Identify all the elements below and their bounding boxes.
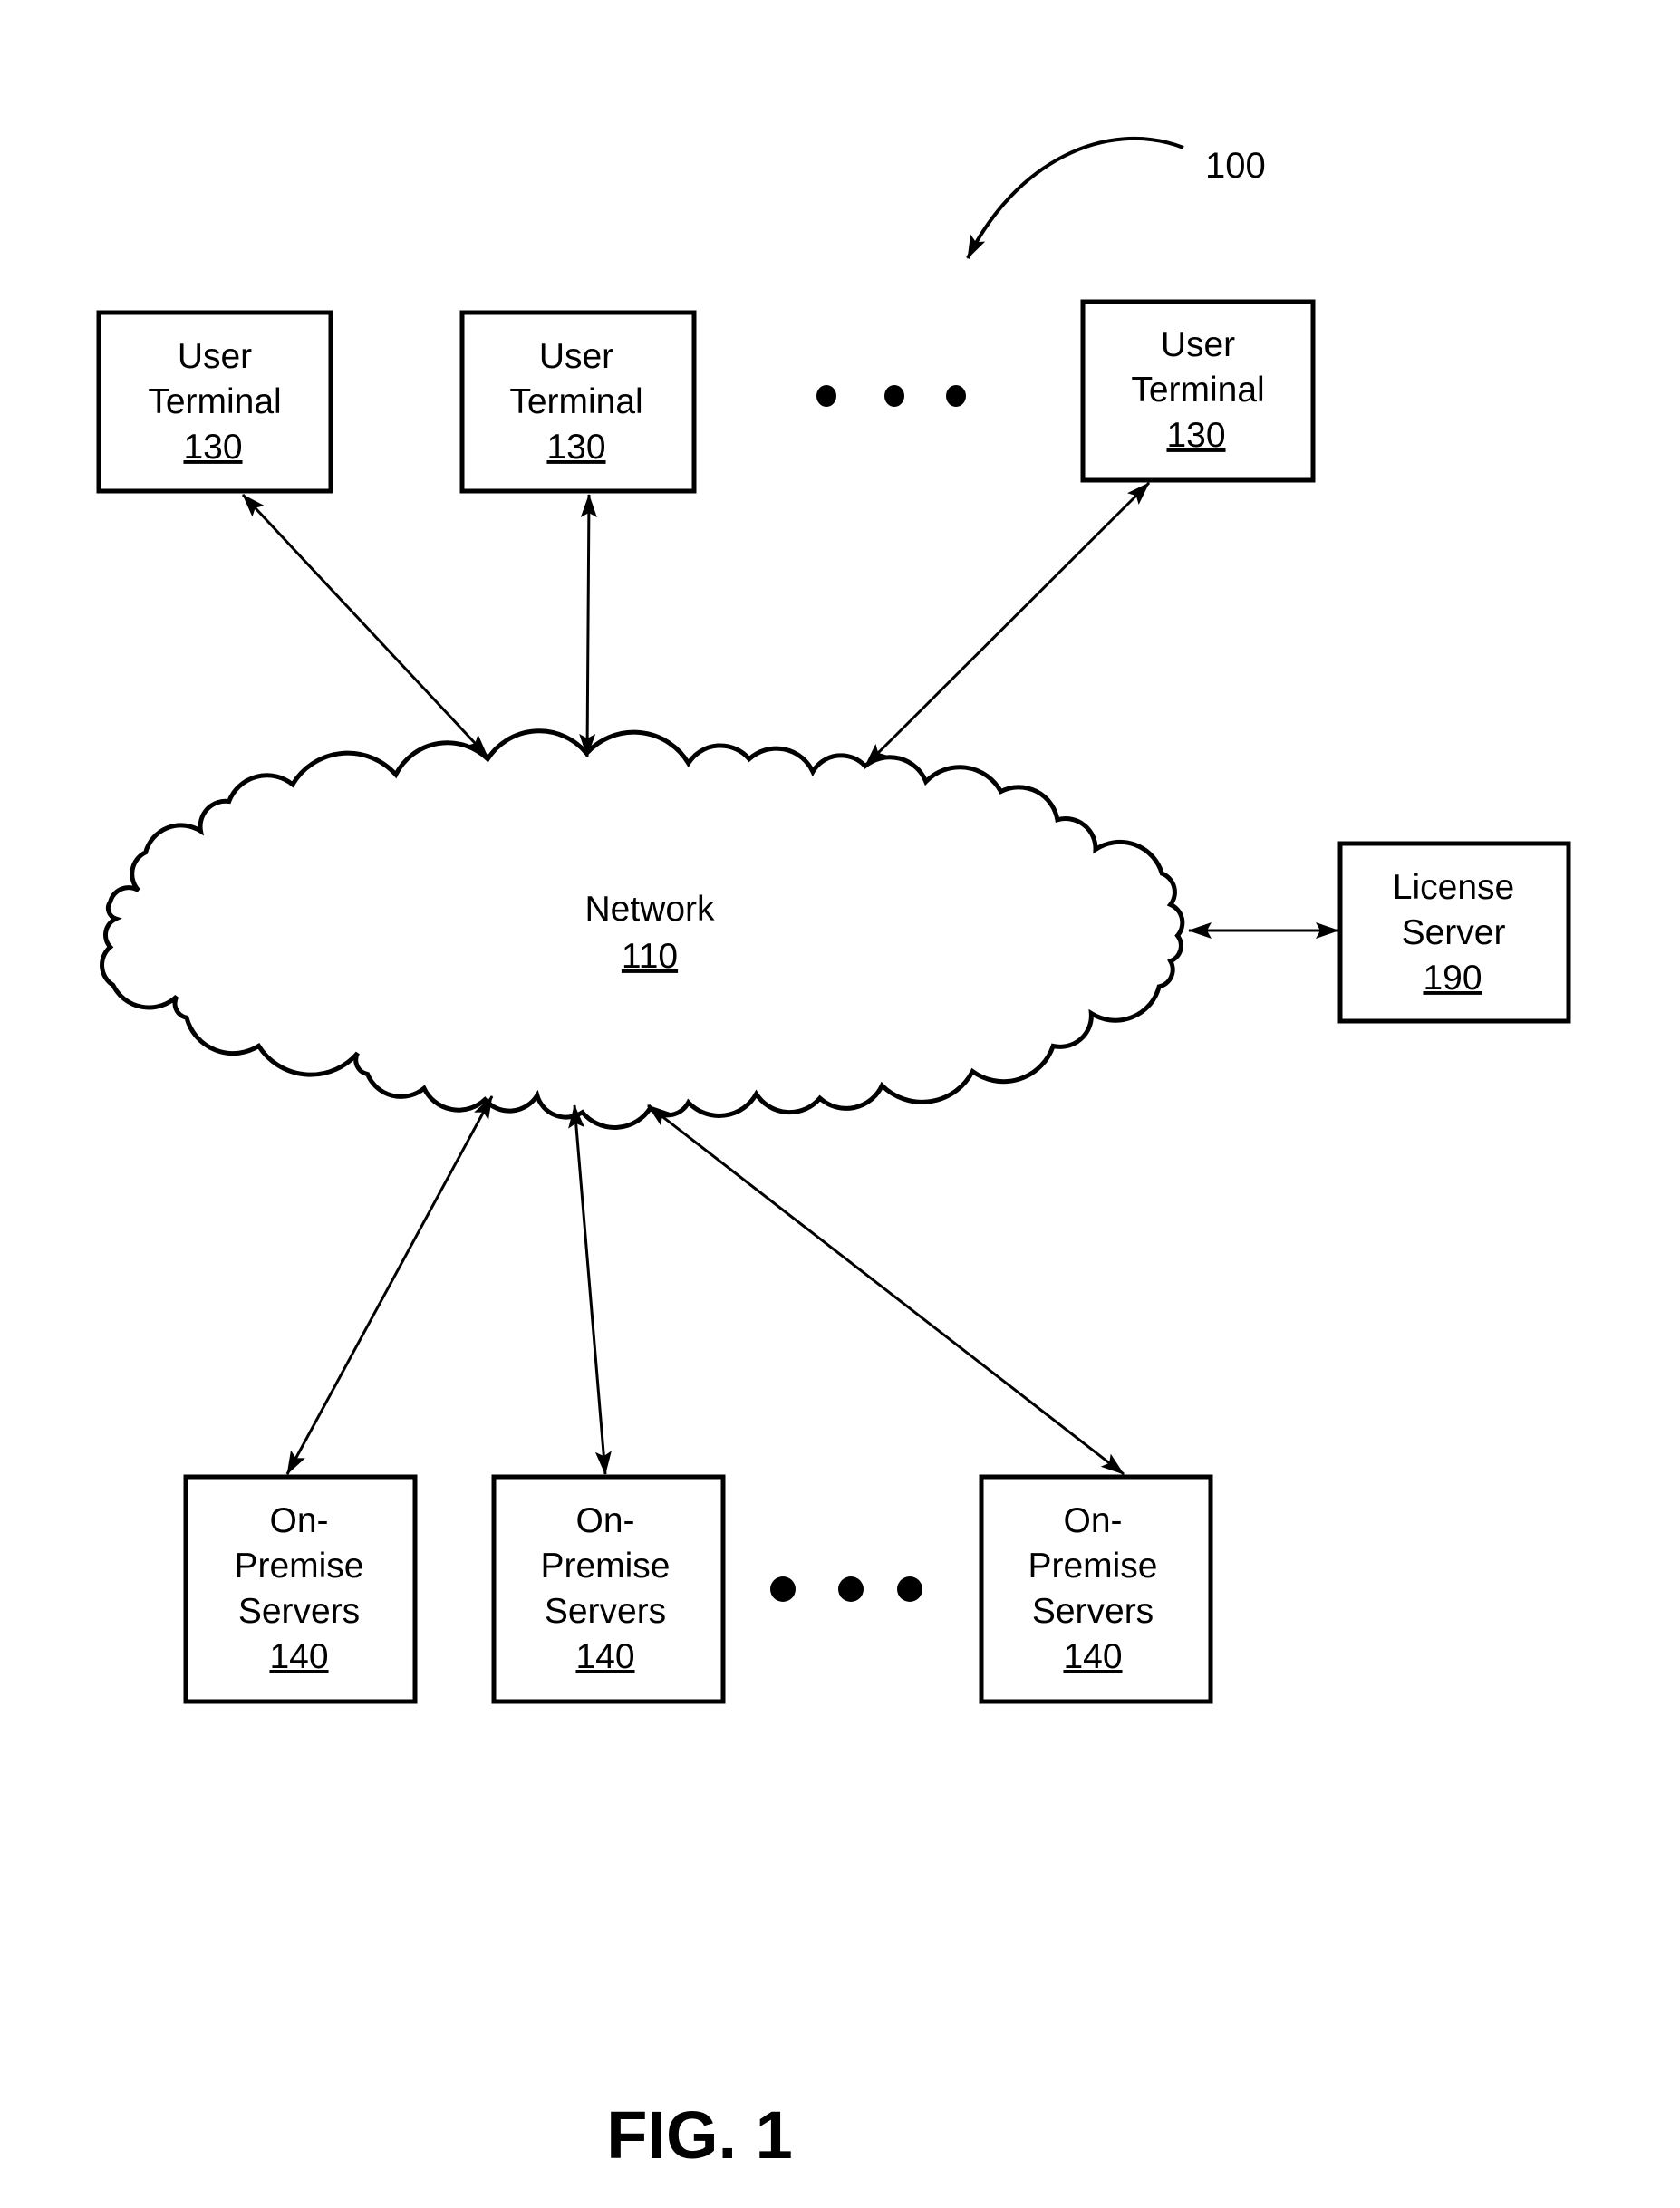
on-premise-servers-1[interactable]: On- Premise Servers 140	[183, 1474, 418, 1704]
connection-arrow-network-ops2[interactable]	[568, 1104, 612, 1475]
on-premise-3-line-2: Premise	[1028, 1547, 1157, 1586]
on-premise-1-line-1: On-	[269, 1501, 328, 1540]
connection-arrow-ut1-network[interactable]	[241, 493, 489, 758]
user-terminal-2[interactable]: User Terminal 130	[459, 310, 697, 494]
user-terminal-3[interactable]: User Terminal 130	[1080, 299, 1316, 483]
on-premise-1-ref: 140	[269, 1637, 328, 1676]
figure-label: FIG. 1	[606, 2097, 793, 2173]
connection-arrow-ut2-network[interactable]	[579, 494, 597, 757]
reference-curved-arrow	[966, 136, 1184, 259]
license-server-line-2: Server	[1402, 913, 1506, 952]
connection-arrow-ut3-network[interactable]	[864, 481, 1151, 767]
connection-arrow-network-ops3[interactable]	[647, 1104, 1125, 1476]
license-server-line-1: License	[1393, 868, 1514, 907]
on-premise-3-line-3: Servers	[1032, 1592, 1154, 1631]
on-premise-2-line-1: On-	[575, 1501, 634, 1540]
on-premise-2-line-3: Servers	[545, 1592, 666, 1631]
on-premise-servers-ellipsis	[770, 1576, 922, 1602]
user-terminal-2-line-1: User	[539, 337, 613, 376]
on-premise-3-line-1: On-	[1063, 1501, 1122, 1540]
on-premise-2-ref: 140	[575, 1637, 634, 1676]
on-premise-1-line-2: Premise	[234, 1547, 363, 1586]
user-terminal-1[interactable]: User Terminal 130	[96, 310, 333, 494]
cloud-outline	[100, 728, 1185, 1130]
user-terminals-ellipsis	[816, 385, 966, 407]
diagram-canvas: 100 User Terminal 130 User Terminal 130 …	[96, 136, 1571, 2173]
user-terminal-2-ref: 130	[546, 428, 605, 467]
user-terminal-1-line-1: User	[178, 337, 252, 376]
license-server-ref: 190	[1423, 959, 1482, 998]
ellipsis-dot	[770, 1576, 796, 1602]
user-terminal-3-line-2: Terminal	[1131, 371, 1264, 410]
user-terminal-2-line-2: Terminal	[509, 382, 642, 421]
connection-arrow-network-ops1[interactable]	[285, 1095, 494, 1475]
ellipsis-dot	[838, 1576, 864, 1602]
figure-reference-100: 100	[966, 136, 1266, 259]
user-terminal-1-line-2: Terminal	[148, 382, 281, 421]
ellipsis-dot	[816, 385, 836, 407]
reference-numeral-label: 100	[1205, 146, 1266, 186]
ellipsis-dot	[946, 385, 966, 407]
network-cloud[interactable]: Network 110	[100, 728, 1185, 1130]
network-ref: 110	[622, 937, 678, 976]
on-premise-1-line-3: Servers	[238, 1592, 360, 1631]
user-terminal-3-ref: 130	[1166, 416, 1225, 455]
ellipsis-dot	[897, 1576, 922, 1602]
user-terminal-3-line-1: User	[1161, 325, 1235, 364]
network-label: Network	[584, 890, 715, 929]
license-server[interactable]: License Server 190	[1337, 841, 1571, 1024]
ellipsis-dot	[884, 385, 904, 407]
on-premise-servers-2[interactable]: On- Premise Servers 140	[491, 1474, 726, 1704]
user-terminal-1-ref: 130	[183, 428, 242, 467]
on-premise-2-line-2: Premise	[540, 1547, 670, 1586]
on-premise-3-ref: 140	[1063, 1637, 1122, 1676]
on-premise-servers-3[interactable]: On- Premise Servers 140	[979, 1474, 1213, 1704]
